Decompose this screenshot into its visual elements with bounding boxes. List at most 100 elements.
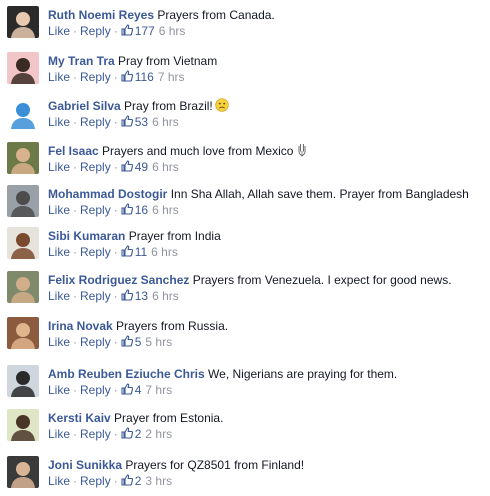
like-button[interactable]: Like <box>48 289 70 303</box>
like-count[interactable]: 16 <box>121 203 148 217</box>
avatar[interactable] <box>7 409 39 441</box>
comment-author-link[interactable]: Ruth Noemi Reyes <box>48 8 154 22</box>
like-count[interactable]: 13 <box>121 289 148 303</box>
reply-button[interactable]: Reply <box>80 24 111 38</box>
comment-body: Prayers for QZ8501 from Finland! <box>125 458 305 472</box>
like-count[interactable]: 11 <box>121 245 147 259</box>
comment-text-line: Ruth Noemi Reyes Prayers from Canada. <box>48 7 275 23</box>
avatar[interactable] <box>7 185 39 217</box>
comment-author-link[interactable]: My Tran Tra <box>48 54 115 68</box>
avatar[interactable] <box>7 271 39 303</box>
comment-body: Prayers from Venezuela. I expect for goo… <box>192 273 452 287</box>
timestamp[interactable]: 7 hrs <box>158 70 185 84</box>
separator-dot: · <box>113 70 118 84</box>
timestamp[interactable]: 7 hrs <box>145 383 172 397</box>
like-count[interactable]: 2 <box>121 427 142 441</box>
timestamp[interactable]: 6 hrs <box>152 160 179 174</box>
like-button[interactable]: Like <box>48 115 70 129</box>
timestamp[interactable]: 6 hrs <box>152 203 179 217</box>
comment-author-link[interactable]: Fel Isaac <box>48 144 99 158</box>
avatar[interactable] <box>7 52 39 84</box>
reply-button[interactable]: Reply <box>80 474 111 488</box>
like-button[interactable]: Like <box>48 383 70 397</box>
comment-actions: Like · Reply · 53 6 hrs <box>48 114 179 130</box>
comment-actions: Like · Reply · 11 6 hrs <box>48 244 178 260</box>
like-count[interactable]: 4 <box>121 383 141 397</box>
reply-button[interactable]: Reply <box>80 335 111 349</box>
reply-button[interactable]: Reply <box>80 245 111 259</box>
comment-author-link[interactable]: Irina Novak <box>48 319 113 333</box>
praying-hands-emoji <box>298 144 306 157</box>
like-count-number: 116 <box>134 70 154 84</box>
comment-list: Ruth Noemi Reyes Prayers from Canada. Lik… <box>0 0 490 496</box>
reply-button[interactable]: Reply <box>80 160 111 174</box>
avatar[interactable] <box>7 142 39 174</box>
comment: My Tran Tra Pray from Vietnam Like · Reply ·… <box>0 50 490 90</box>
comment: Mohammad Dostogir Inn Sha Allah, Allah s… <box>0 183 490 223</box>
separator-dot: · <box>73 160 78 174</box>
comment: Sibi Kumaran Prayer from India Like · Reply… <box>0 225 490 265</box>
comment-actions: Like · Reply · 49 6 hrs <box>48 159 179 175</box>
like-button[interactable]: Like <box>48 70 70 84</box>
comment: Gabriel Silva Pray from Brazil! Like · Repl… <box>0 95 490 135</box>
timestamp[interactable]: 2 hrs <box>145 427 172 441</box>
comment-text-line: My Tran Tra Pray from Vietnam <box>48 53 217 69</box>
thumbs-up-icon <box>121 70 133 82</box>
like-count[interactable]: 53 <box>121 115 148 129</box>
reply-button[interactable]: Reply <box>80 427 111 441</box>
avatar[interactable] <box>7 456 39 488</box>
comment-author-link[interactable]: Kersti Kaiv <box>48 411 111 425</box>
comment-author-link[interactable]: Joni Sunikka <box>48 458 122 472</box>
avatar[interactable] <box>7 227 39 259</box>
like-button[interactable]: Like <box>48 427 70 441</box>
like-button[interactable]: Like <box>48 245 70 259</box>
comment-body: Prayers from Russia. <box>116 319 229 333</box>
avatar[interactable] <box>7 365 39 397</box>
like-count[interactable]: 49 <box>121 160 148 174</box>
comment-author-link[interactable]: Sibi Kumaran <box>48 229 125 243</box>
comment-author-link[interactable]: Gabriel Silva <box>48 99 121 113</box>
comment-actions: Like · Reply · 16 6 hrs <box>48 202 179 218</box>
avatar[interactable] <box>7 6 39 38</box>
reply-button[interactable]: Reply <box>80 383 111 397</box>
comment-body: Inn Sha Allah, Allah save them. Prayer f… <box>170 187 469 201</box>
timestamp[interactable]: 6 hrs <box>152 115 179 129</box>
timestamp[interactable]: 6 hrs <box>159 24 186 38</box>
comment-text-line: Amb Reuben Eziuche Chris We, Nigerians a… <box>48 366 397 382</box>
reply-button[interactable]: Reply <box>80 115 111 129</box>
like-count-number: 177 <box>134 24 155 38</box>
like-count[interactable]: 2 <box>121 474 141 488</box>
like-count-number: 5 <box>134 335 142 349</box>
comment-body: Pray from Vietnam <box>118 54 218 68</box>
comment-author-link[interactable]: Felix Rodriguez Sanchez <box>48 273 189 287</box>
comment-text-line: Irina Novak Prayers from Russia. <box>48 318 228 334</box>
timestamp[interactable]: 6 hrs <box>152 289 179 303</box>
comment-text-line: Joni Sunikka Prayers for QZ8501 from Fin… <box>48 457 304 473</box>
like-button[interactable]: Like <box>48 160 70 174</box>
timestamp[interactable]: 5 hrs <box>145 335 172 349</box>
separator-dot: · <box>73 474 78 488</box>
like-button[interactable]: Like <box>48 24 70 38</box>
comment-author-link[interactable]: Amb Reuben Eziuche Chris <box>48 367 205 381</box>
like-count[interactable]: 5 <box>121 335 142 349</box>
like-button[interactable]: Like <box>48 474 70 488</box>
reply-button[interactable]: Reply <box>80 289 111 303</box>
like-count-number: 2 <box>134 427 142 441</box>
timestamp[interactable]: 6 hrs <box>151 245 178 259</box>
like-count[interactable]: 177 <box>121 24 155 38</box>
like-count-number: 53 <box>134 115 149 129</box>
avatar[interactable] <box>7 97 39 129</box>
reply-button[interactable]: Reply <box>80 70 111 84</box>
thumbs-up-icon <box>121 160 133 172</box>
like-button[interactable]: Like <box>48 203 70 217</box>
comment-body: Prayers and much love from Mexico <box>102 144 294 158</box>
separator-dot: · <box>113 474 118 488</box>
like-count[interactable]: 116 <box>121 70 154 84</box>
thumbs-up-icon <box>121 427 133 439</box>
like-button[interactable]: Like <box>48 335 70 349</box>
like-count-number: 49 <box>134 160 149 174</box>
comment-author-link[interactable]: Mohammad Dostogir <box>48 187 167 201</box>
reply-button[interactable]: Reply <box>80 203 111 217</box>
avatar[interactable] <box>7 317 39 349</box>
timestamp[interactable]: 3 hrs <box>145 474 172 488</box>
